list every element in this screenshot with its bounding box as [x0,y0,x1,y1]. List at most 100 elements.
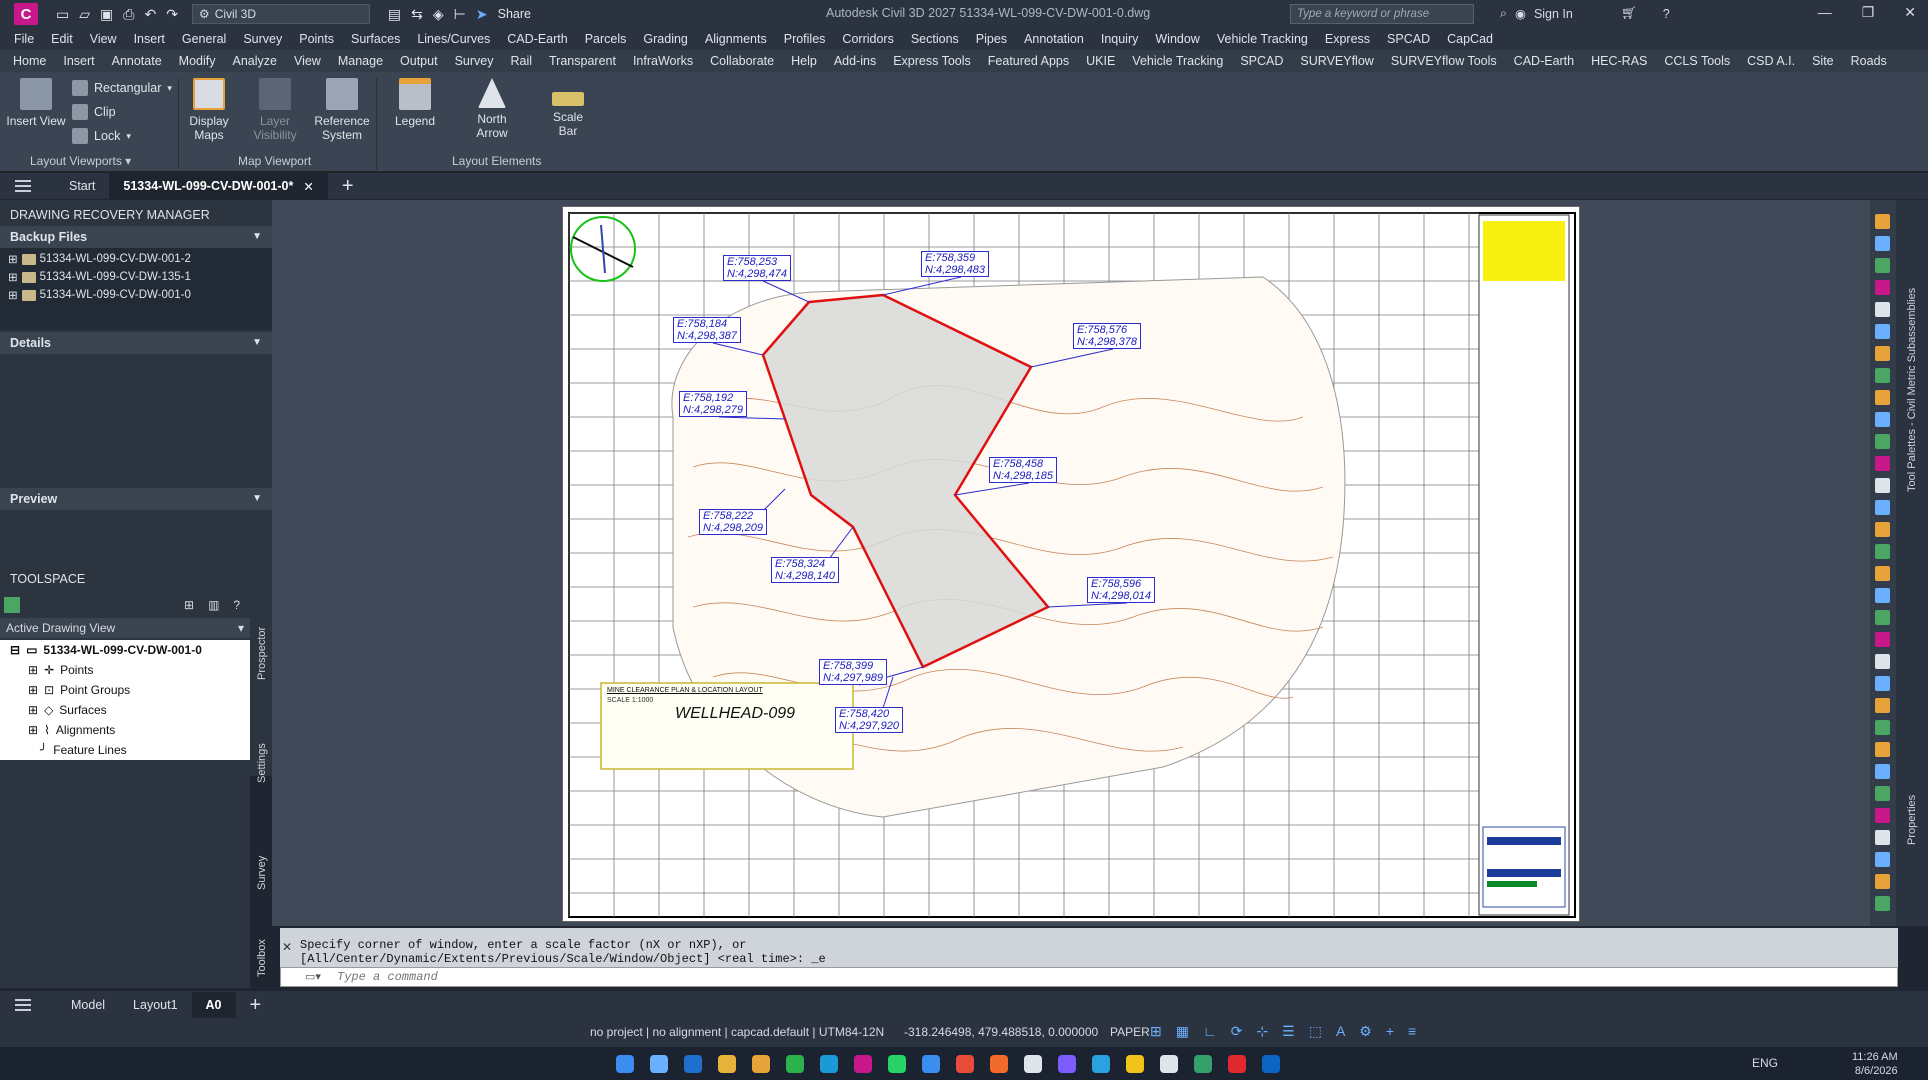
menu-item[interactable]: CAD-Earth [507,32,567,46]
palette-tool-icon[interactable] [1875,500,1890,515]
taskbar-app-icon[interactable] [854,1054,872,1073]
tab-tool-palettes[interactable]: Tool Palettes - Civil Metric Subassembli… [1900,240,1924,540]
help-icon[interactable]: ? [233,598,240,612]
tab-active-drawing[interactable]: 51334-WL-099-CV-DW-001-0* ✕ [109,173,328,199]
menu-item[interactable]: Surfaces [351,32,400,46]
menu-item[interactable]: Annotation [1024,32,1084,46]
language-indicator[interactable]: ENG [1752,1056,1778,1070]
menu-item[interactable]: Pipes [976,32,1007,46]
taskbar-app-icon[interactable] [786,1054,804,1073]
palette-tool-icon[interactable] [1875,654,1890,669]
palette-tool-icon[interactable] [1875,676,1890,691]
palette-tool-icon[interactable] [1875,720,1890,735]
open-icon[interactable]: ▱ [79,6,90,23]
tab-toolbox[interactable]: Toolbox [250,928,274,988]
reference-system-button[interactable]: Reference System [314,78,370,142]
taskbar-app-icon[interactable] [888,1054,906,1073]
tab-a0[interactable]: A0 [191,992,236,1018]
minimize-icon[interactable]: — [1818,4,1832,21]
taskbar-app-icon[interactable] [1058,1054,1076,1073]
menu-item[interactable]: CapCad [1447,32,1493,46]
menu-item[interactable]: Lines/Curves [417,32,490,46]
coordinate-label[interactable]: E:758,184 N:4,298,387 [673,317,741,343]
paper-sheet[interactable]: MINE CLEARANCE PLAN & LOCATION LAYOUT SC… [562,206,1580,922]
customize-icon[interactable]: ≡ [1408,1023,1416,1040]
taskbar-app-icon[interactable] [1262,1054,1280,1073]
close-icon[interactable]: ✕ [303,179,313,194]
taskbar-app-icon[interactable] [752,1054,770,1073]
measure-icon[interactable]: ⊢ [454,6,466,23]
ribbon-tab[interactable]: UKIE [1086,54,1115,68]
coordinate-label[interactable]: E:758,458 N:4,298,185 [989,457,1057,483]
coordinate-label[interactable]: E:758,359 N:4,298,483 [921,251,989,277]
legend-button[interactable]: Legend [390,78,440,128]
undo-icon[interactable]: ↶ [144,6,156,23]
sign-in-button[interactable]: Sign In [1534,7,1573,21]
preview-header[interactable]: Preview ▼ [0,488,272,510]
palette-tool-icon[interactable] [1875,830,1890,845]
palette-tool-icon[interactable] [1875,610,1890,625]
taskbar-app-icon[interactable] [820,1054,838,1073]
help-icon[interactable]: ? [1663,7,1670,21]
palette-tool-icon[interactable] [1875,302,1890,317]
tab-layout1[interactable]: Layout1 [119,992,191,1018]
taskbar-app-icon[interactable] [718,1054,736,1073]
close-icon[interactable]: ✕ [282,940,292,954]
search-icon[interactable]: ⌕ [1500,6,1507,21]
selection-icon[interactable]: ⬚ [1309,1023,1322,1040]
ribbon-tab[interactable]: Help [791,54,817,68]
workspace-icon[interactable]: ⚙ [1359,1023,1372,1040]
coordinate-label[interactable]: E:758,576 N:4,298,378 [1073,323,1141,349]
ribbon-tab[interactable]: Transparent [549,54,616,68]
tree-item-surfaces[interactable]: ⊞ ◇ Surfaces [28,703,107,717]
palette-tool-icon[interactable] [1875,742,1890,757]
ribbon-tab[interactable]: Analyze [232,54,276,68]
palette-tool-icon[interactable] [1875,214,1890,229]
layer-icon[interactable]: ▤ [388,6,401,23]
palette-tool-icon[interactable] [1875,324,1890,339]
menu-item[interactable]: Corridors [842,32,893,46]
tab-model[interactable]: Model [57,992,119,1018]
ribbon-tab[interactable]: CCLS Tools [1664,54,1730,68]
taskbar-app-icon[interactable] [616,1054,634,1073]
palette-tool-icon[interactable] [1875,346,1890,361]
palette-tool-icon[interactable] [1875,368,1890,383]
menu-item[interactable]: Alignments [705,32,767,46]
new-layout-button[interactable]: + [236,992,276,1018]
ribbon-tab[interactable]: SURVEYflow Tools [1391,54,1497,68]
details-header[interactable]: Details ▼ [0,332,272,354]
backup-file-item[interactable]: ⊞ 51334-WL-099-CV-DW-001-2 [8,252,191,266]
menu-icon[interactable] [15,180,31,192]
menu-item[interactable]: Inquiry [1101,32,1139,46]
palette-tool-icon[interactable] [1875,544,1890,559]
palette-tool-icon[interactable] [1875,764,1890,779]
palette-tool-icon[interactable] [1875,434,1890,449]
menu-item[interactable]: General [182,32,226,46]
restore-icon[interactable]: ❐ [1862,4,1875,21]
annotation-icon[interactable]: A [1336,1023,1345,1040]
tab-start[interactable]: Start [55,173,109,199]
palette-tool-icon[interactable] [1875,456,1890,471]
menu-item[interactable]: Survey [243,32,282,46]
coordinate-label[interactable]: E:758,324 N:4,298,140 [771,557,839,583]
coordinate-label[interactable]: E:758,253 N:4,298,474 [723,255,791,281]
ribbon-tab[interactable]: Featured Apps [988,54,1069,68]
ribbon-tab[interactable]: Collaborate [710,54,774,68]
ribbon-tab[interactable]: SPCAD [1240,54,1283,68]
insert-view-button[interactable]: Insert View [6,78,66,128]
match-icon[interactable]: ⇆ [411,6,423,23]
taskbar-app-icon[interactable] [956,1054,974,1073]
coordinate-label[interactable]: E:758,596 N:4,298,014 [1087,577,1155,603]
ribbon-tab[interactable]: Home [13,54,46,68]
menu-item[interactable]: Express [1325,32,1370,46]
palette-tool-icon[interactable] [1875,522,1890,537]
menu-item[interactable]: File [14,32,34,46]
ribbon-tab[interactable]: Modify [179,54,216,68]
palette-tool-icon[interactable] [1875,896,1890,911]
scale-bar-button[interactable]: Scale Bar [548,78,588,138]
app-logo[interactable]: C [14,3,38,25]
menu-icon[interactable] [15,999,31,1011]
ribbon-tab[interactable]: Vehicle Tracking [1132,54,1223,68]
ribbon-tab[interactable]: Output [400,54,438,68]
palette-tool-icon[interactable] [1875,698,1890,713]
